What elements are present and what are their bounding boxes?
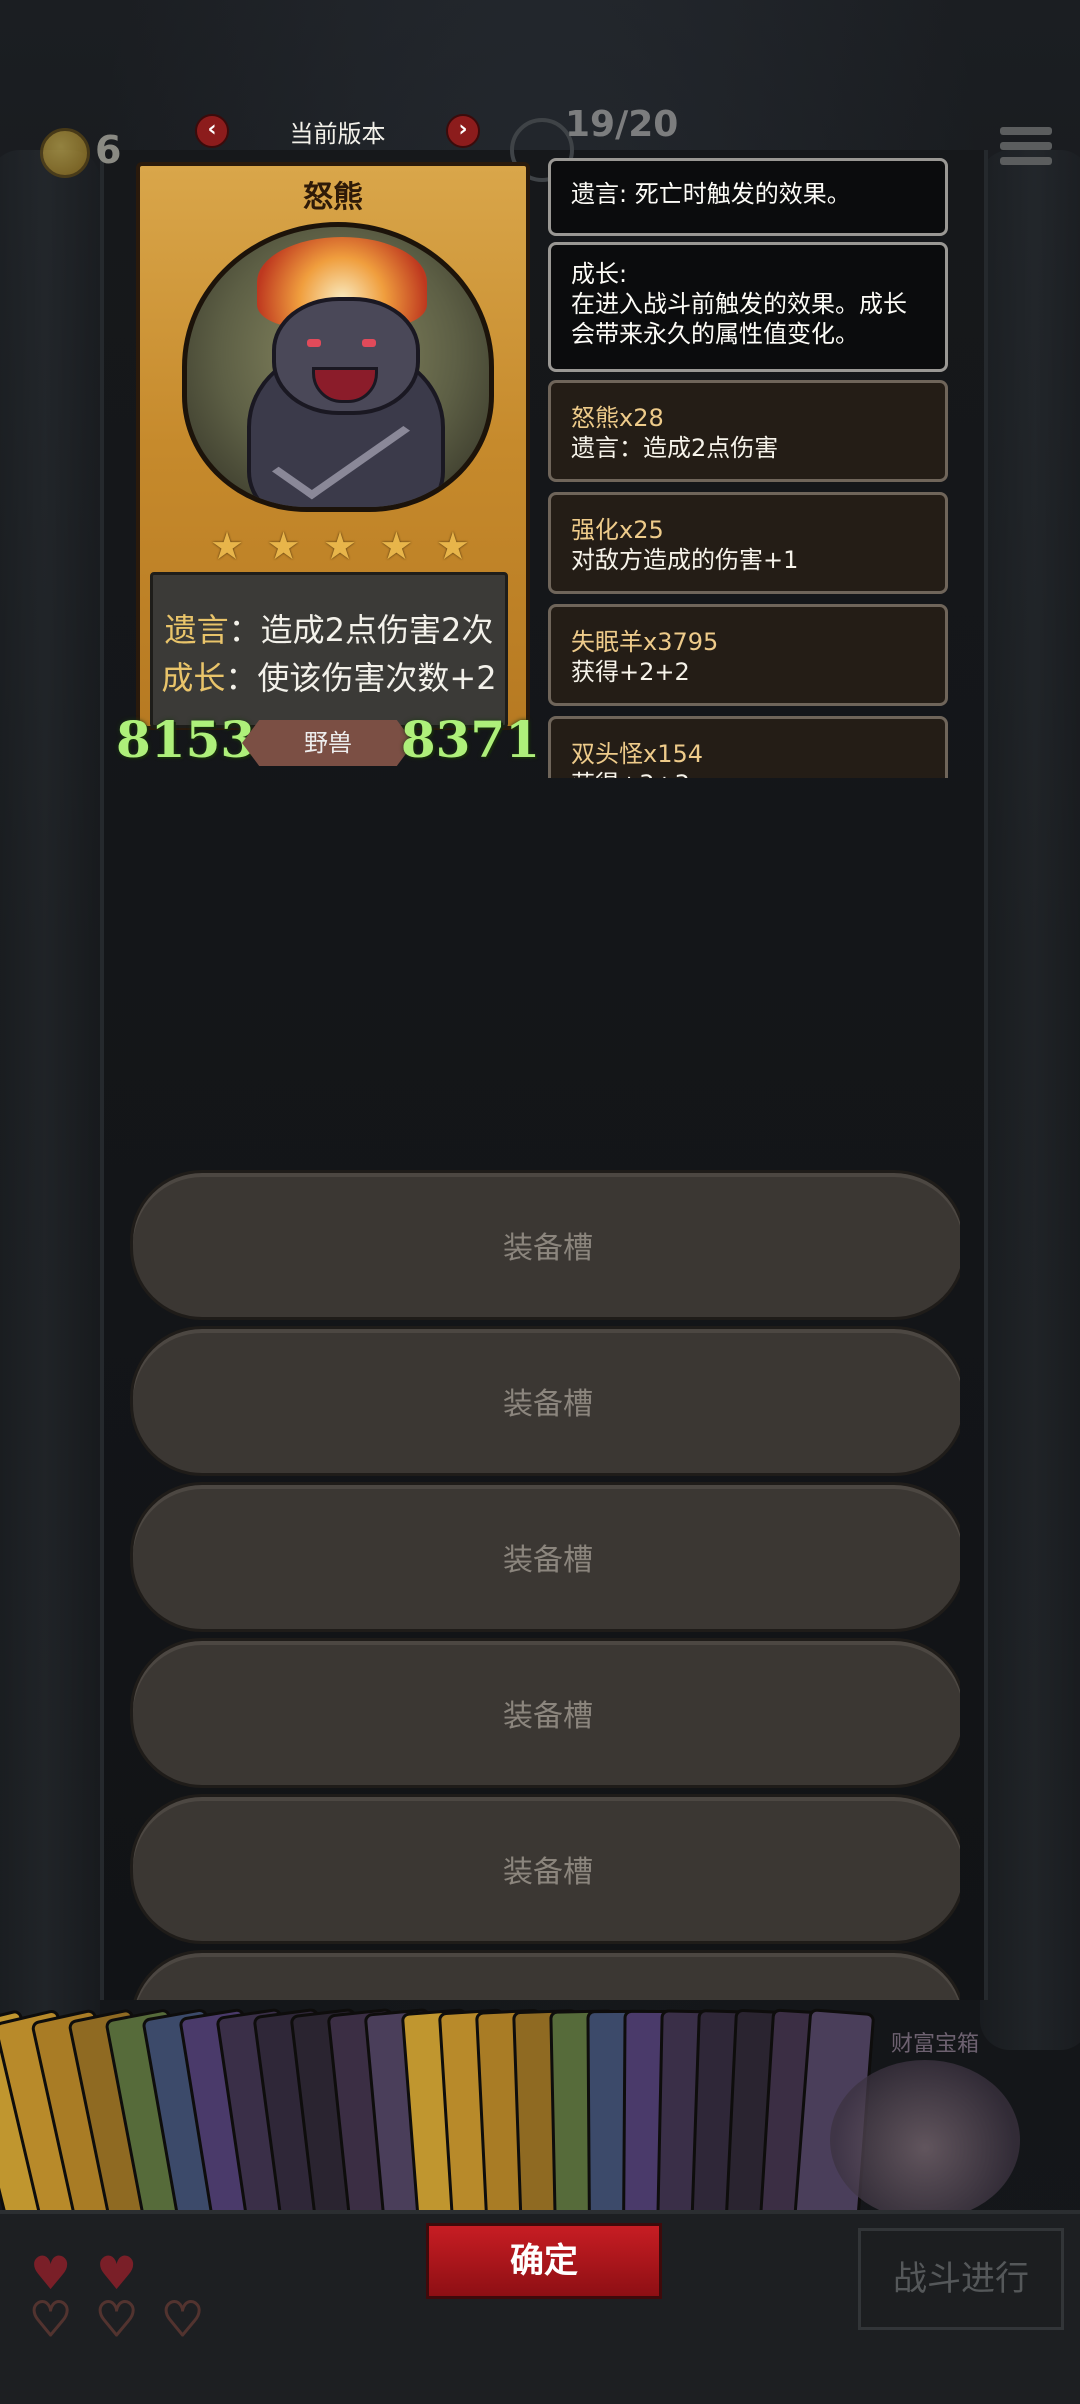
star-icon: ★ xyxy=(210,524,245,568)
heart-icon: ♥ xyxy=(96,2246,138,2300)
bear-portrait xyxy=(182,222,494,512)
turn-counter: 19/20 xyxy=(565,104,679,145)
tooltip-body: 在进入战斗前触发的效果。成长会带来永久的属性值变化。 xyxy=(571,290,907,348)
gift-label: 财富宝箱 xyxy=(890,2032,979,2057)
card-ability-box: 遗言：造成2点伤害2次 成长：使该伤害次数+2 xyxy=(150,572,508,728)
battle-button[interactable]: 战斗进行 xyxy=(858,2228,1064,2330)
slot-label: 装备槽 xyxy=(503,1231,593,1266)
heart-icon: ♥ xyxy=(30,2246,72,2300)
heart-icon: ♥ xyxy=(94,2292,138,2346)
equipment-slot[interactable]: 装备槽 xyxy=(130,1794,960,1944)
left-arrow-icon[interactable]: ‹ xyxy=(195,114,229,148)
right-pillar xyxy=(980,150,1080,2050)
menu-icon[interactable] xyxy=(1000,120,1052,172)
tooltip-title: 双头怪x154 xyxy=(571,740,704,768)
bear-eye xyxy=(362,339,376,347)
version-title: 当前版本 xyxy=(289,120,386,148)
tooltip-source: 双头怪x154 获得+3+3 xyxy=(548,716,948,778)
slot-label: 装备槽 xyxy=(503,1855,593,1890)
left-pillar xyxy=(0,150,100,2050)
tooltip-source: 怒熊x28 遗言：造成2点伤害 xyxy=(548,380,948,482)
health-stat: 8371 xyxy=(400,710,540,769)
equipment-slot[interactable]: 装备槽 xyxy=(130,1638,960,1788)
version-selector: ‹ 当前版本 › xyxy=(195,112,480,154)
star-icon: ★ xyxy=(322,524,358,568)
growth-keyword: 成长 xyxy=(161,659,226,697)
equipment-slot[interactable]: 装备槽 xyxy=(130,1326,960,1476)
tooltip-title: 怒熊x28 xyxy=(571,404,664,432)
growth-line: 成长：使该伤害次数+2 xyxy=(153,653,505,699)
tooltip-title: 遗言: 死亡时触发的效果。 xyxy=(571,180,851,208)
deathrattle-line: 遗言：造成2点伤害2次 xyxy=(153,605,505,651)
unit-card: 怒熊 ★ ★ ★ ★ ★ 遗言：造成2点伤害2次 成长：使该伤害次数+2 815… xyxy=(116,162,540,774)
heart-icon: ♥ xyxy=(28,2292,72,2346)
equipment-slot[interactable]: 装备槽 xyxy=(130,1170,960,1320)
star-icon: ★ xyxy=(379,524,414,568)
equipment-slot[interactable]: 装备槽 xyxy=(130,1482,960,1632)
equipment-slot-list: 装备槽 装备槽 装备槽 装备槽 装备槽 xyxy=(130,1170,960,2000)
star-icon: ★ xyxy=(266,524,301,568)
equipment-slot-partial[interactable] xyxy=(130,1950,960,2000)
bear-eye xyxy=(307,339,321,347)
tooltip-title: 强化x25 xyxy=(571,516,664,544)
heart-icon: ♥ xyxy=(160,2292,204,2346)
tooltip-body: 对敌方造成的伤害+1 xyxy=(571,546,799,574)
star-rating: ★ ★ ★ ★ ★ xyxy=(210,526,470,566)
keyword-tooltips: 遗言: 死亡时触发的效果。 成长: 在进入战斗前触发的效果。成长会带来永久的属性… xyxy=(548,158,948,778)
attack-stat: 8153 xyxy=(116,710,256,769)
deathrattle-keyword: 遗言 xyxy=(164,611,229,649)
tooltip-growth: 成长: 在进入战斗前触发的效果。成长会带来永久的属性值变化。 xyxy=(548,242,948,372)
tooltip-source: 失眠羊x3795 获得+2+2 xyxy=(548,604,948,706)
slot-label: 装备槽 xyxy=(503,1387,593,1422)
tribe-badge: 野兽 xyxy=(242,720,414,766)
deathrattle-text: ：造成2点伤害2次 xyxy=(228,611,494,649)
coin-icon xyxy=(40,128,90,178)
tooltip-body: 遗言：造成2点伤害 xyxy=(571,434,779,462)
slot-label: 装备槽 xyxy=(503,1699,593,1734)
card-name: 怒熊 xyxy=(303,180,363,215)
growth-text: ：使该伤害次数+2 xyxy=(225,659,497,697)
gift-icon[interactable] xyxy=(830,2060,1020,2220)
coin-count: 6 xyxy=(95,128,122,172)
slot-label: 装备槽 xyxy=(503,1543,593,1578)
tooltip-body: 获得+3+3 xyxy=(571,769,925,778)
right-arrow-icon[interactable]: › xyxy=(446,114,480,148)
tooltip-source: 强化x25 对敌方造成的伤害+1 xyxy=(548,492,948,594)
tooltip-deathrattle: 遗言: 死亡时触发的效果。 xyxy=(548,158,948,236)
tooltip-body: 获得+2+2 xyxy=(571,658,690,686)
tooltip-title: 失眠羊x3795 xyxy=(571,628,719,656)
confirm-button[interactable]: 确定 xyxy=(426,2223,662,2299)
star-icon: ★ xyxy=(435,524,470,568)
tooltip-title: 成长: xyxy=(571,260,628,288)
